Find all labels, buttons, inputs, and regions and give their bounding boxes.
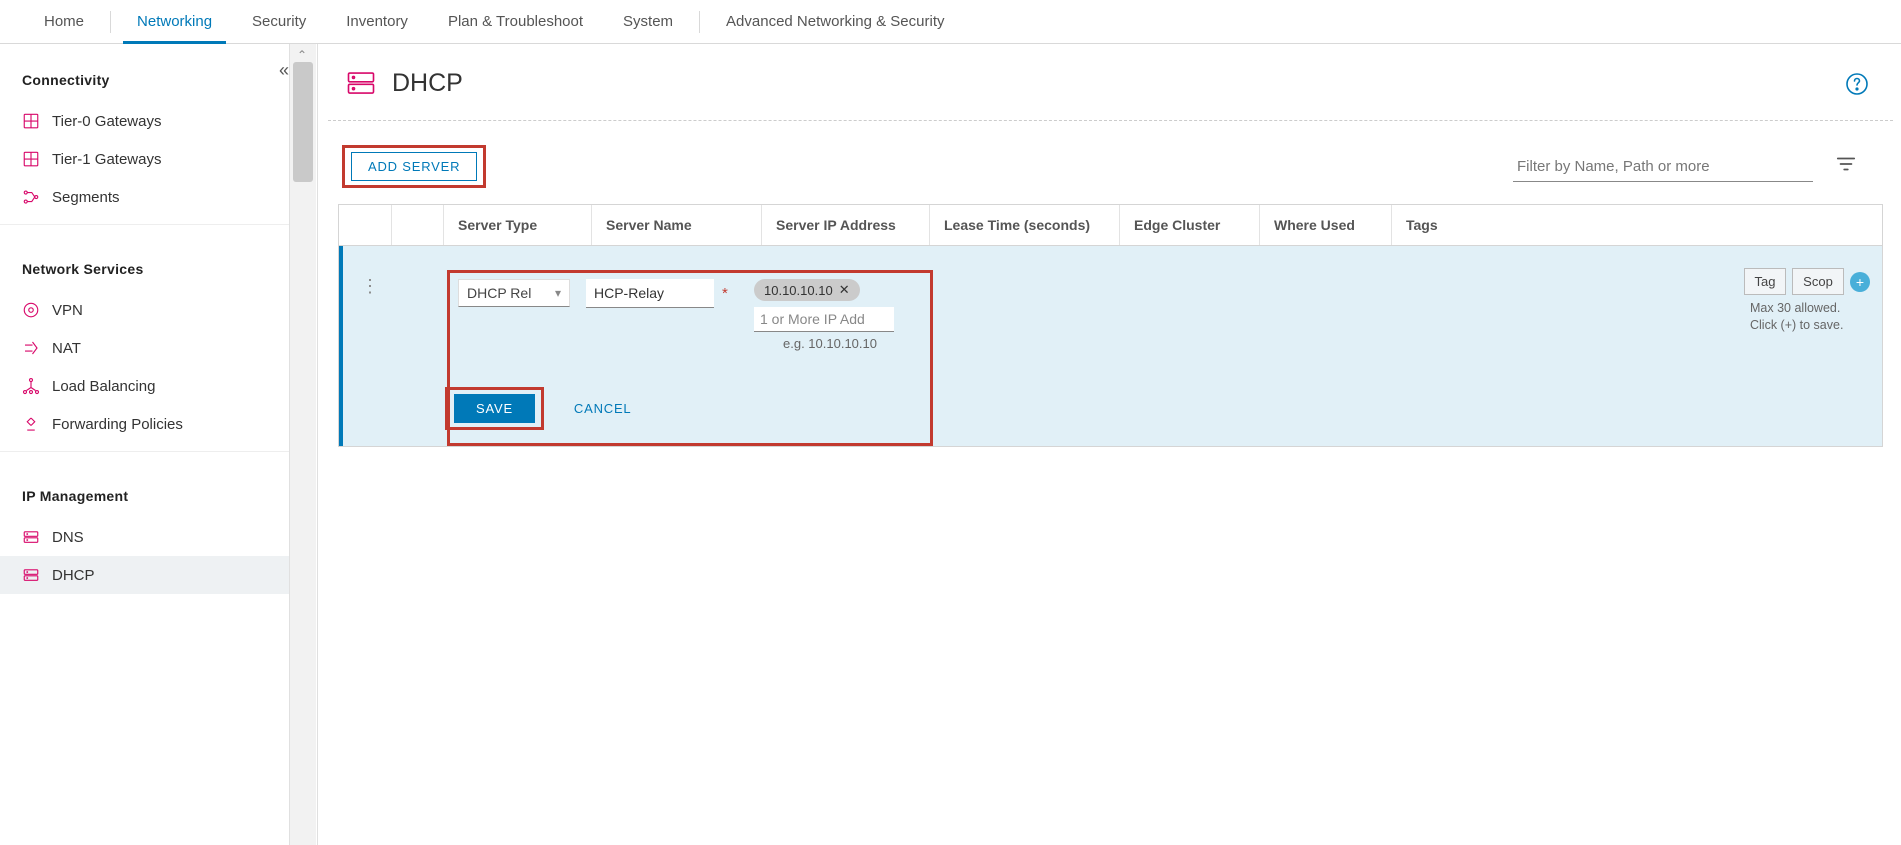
col-server-name[interactable]: Server Name (591, 205, 761, 245)
sidebar-item-tier0-gateways[interactable]: Tier-0 Gateways (0, 102, 289, 140)
sidebar-item-label: DNS (52, 529, 84, 546)
save-highlight: SAVE (445, 387, 544, 430)
sidebar-item-label: Tier-0 Gateways (52, 113, 161, 130)
server-type-value: DHCP Rel (467, 285, 531, 301)
nat-icon (22, 339, 40, 357)
sidebar-collapse-icon[interactable]: « (279, 60, 289, 81)
dns-icon (22, 528, 40, 546)
row-expand-cell (395, 270, 447, 446)
sidebar-item-dhcp[interactable]: DHCP (0, 556, 289, 594)
tier1-icon (22, 150, 40, 168)
forwarding-icon (22, 415, 40, 433)
sidebar-separator (0, 224, 289, 225)
segments-icon (22, 188, 40, 206)
help-icon[interactable] (1845, 72, 1869, 101)
nav-networking[interactable]: Networking (117, 0, 232, 43)
load-balancing-icon (22, 377, 40, 395)
nav-divider (699, 11, 700, 33)
nav-home[interactable]: Home (24, 0, 104, 43)
server-type-select[interactable]: DHCP Rel ▾ (458, 279, 570, 307)
col-lease-time[interactable]: Lease Time (seconds) (929, 205, 1119, 245)
sidebar: Connectivity Tier-0 Gateways Tier-1 Gate… (0, 44, 290, 845)
nav-system[interactable]: System (603, 0, 693, 43)
sidebar-item-vpn[interactable]: VPN (0, 291, 289, 329)
nav-security[interactable]: Security (232, 0, 326, 43)
dhcp-page-icon (346, 68, 376, 98)
row-action-buttons: SAVE CANCEL (445, 387, 631, 430)
ip-address-chip[interactable]: 10.10.10.10 ✕ (754, 279, 860, 301)
save-button[interactable]: SAVE (454, 394, 535, 423)
sidebar-item-segments[interactable]: Segments (0, 178, 289, 216)
cancel-button[interactable]: CANCEL (574, 401, 632, 416)
scroll-thumb[interactable] (293, 62, 313, 182)
tags-hint-text: Max 30 allowed. Click (+) to save. (1750, 300, 1870, 334)
col-edge-cluster[interactable]: Edge Cluster (1119, 205, 1259, 245)
sidebar-scrollbar[interactable]: ⌃ (290, 44, 316, 845)
col-expand (391, 205, 443, 245)
sidebar-item-label: Load Balancing (52, 378, 155, 395)
tier0-icon (22, 112, 40, 130)
sidebar-item-nat[interactable]: NAT (0, 329, 289, 367)
chip-remove-icon[interactable]: ✕ (839, 282, 850, 298)
sidebar-item-label: Tier-1 Gateways (52, 151, 161, 168)
col-tags[interactable]: Tags (1391, 205, 1882, 245)
section-title-network-services: Network Services (0, 233, 289, 291)
col-where-used[interactable]: Where Used (1259, 205, 1391, 245)
sidebar-item-label: DHCP (52, 567, 95, 584)
sidebar-item-load-balancing[interactable]: Load Balancing (0, 367, 289, 405)
dhcp-icon (22, 566, 40, 584)
chevron-down-icon: ▾ (555, 286, 561, 300)
sidebar-item-forwarding-policies[interactable]: Forwarding Policies (0, 405, 289, 443)
page-header: DHCP (328, 68, 1893, 121)
sidebar-container: « Connectivity Tier-0 Gateways Tier-1 Ga… (0, 44, 318, 845)
col-server-type[interactable]: Server Type (443, 205, 591, 245)
section-title-connectivity: Connectivity (0, 44, 289, 102)
add-server-button[interactable]: ADD SERVER (351, 152, 477, 181)
scroll-up-icon[interactable]: ⌃ (297, 48, 307, 62)
ip-chip-text: 10.10.10.10 (764, 283, 833, 298)
col-server-ip[interactable]: Server IP Address (761, 205, 929, 245)
add-tag-icon[interactable]: + (1850, 272, 1870, 292)
server-name-input[interactable] (586, 279, 714, 308)
nav-plan-troubleshoot[interactable]: Plan & Troubleshoot (428, 0, 603, 43)
sidebar-item-label: Forwarding Policies (52, 416, 183, 433)
col-actions (339, 205, 391, 245)
page-title: DHCP (392, 69, 463, 98)
filter-input[interactable] (1513, 152, 1813, 182)
vpn-icon (22, 301, 40, 319)
nav-divider (110, 11, 111, 33)
nav-inventory[interactable]: Inventory (326, 0, 428, 43)
sidebar-item-label: NAT (52, 340, 81, 357)
tags-cell: Tag Scop + (1744, 268, 1870, 295)
table-row-editing: ⋮ DHCP Rel ▾ * (339, 246, 1882, 446)
table-header-row: Server Type Server Name Server IP Addres… (339, 205, 1882, 246)
row-actions-icon[interactable]: ⋮ (361, 276, 377, 446)
sidebar-item-dns[interactable]: DNS (0, 518, 289, 556)
sidebar-separator (0, 451, 289, 452)
add-server-highlight: ADD SERVER (342, 145, 486, 188)
scope-input[interactable]: Scop (1792, 268, 1844, 295)
nav-advanced-networking-security[interactable]: Advanced Networking & Security (706, 0, 964, 43)
ip-address-input[interactable] (754, 307, 894, 332)
filter-icon[interactable] (1835, 153, 1857, 180)
sidebar-item-label: Segments (52, 189, 120, 206)
required-indicator: * (722, 285, 728, 302)
section-title-ip-management: IP Management (0, 460, 289, 518)
tag-input[interactable]: Tag (1744, 268, 1786, 295)
toolbar: ADD SERVER (328, 121, 1893, 204)
top-navigation: Home Networking Security Inventory Plan … (0, 0, 1901, 44)
dhcp-table: Server Type Server Name Server IP Addres… (338, 204, 1883, 447)
sidebar-item-tier1-gateways[interactable]: Tier-1 Gateways (0, 140, 289, 178)
main-content: DHCP ADD SERVER (318, 44, 1901, 845)
sidebar-item-label: VPN (52, 302, 83, 319)
ip-example-text: e.g. 10.10.10.10 (783, 336, 877, 351)
